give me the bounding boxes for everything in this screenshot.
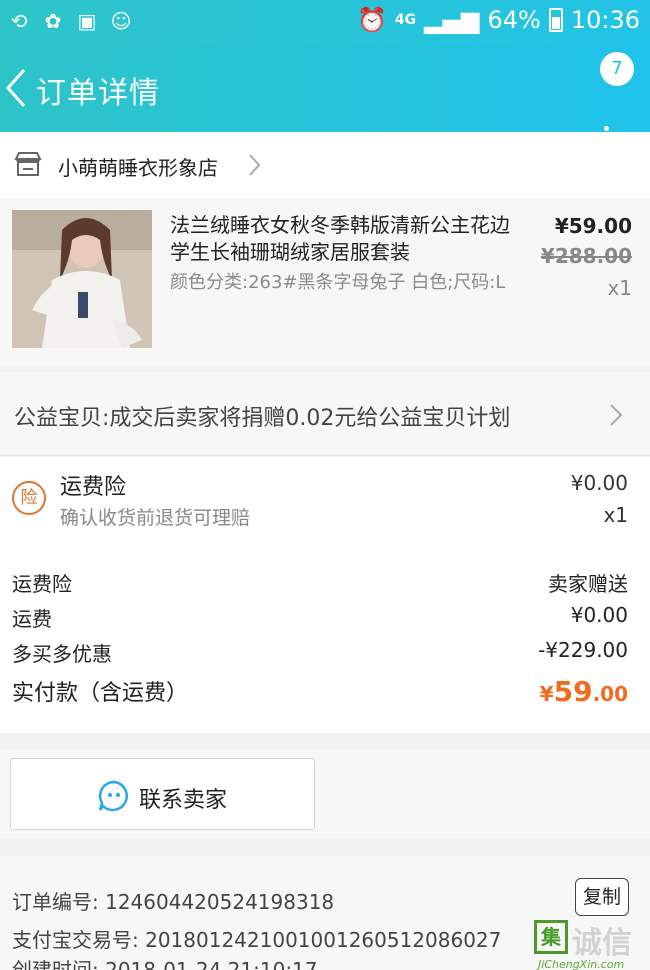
product-thumbnail[interactable] — [12, 210, 152, 348]
summary-label: 运费险 — [12, 572, 72, 596]
chevron-right-icon — [610, 404, 623, 426]
charity-text: 公益宝贝:成交后卖家将捐赠0.02元给公益宝贝计划 — [14, 406, 511, 431]
summary-row: 运费 ¥0.00 — [12, 603, 628, 632]
status-icons-right: ⏰ 4G ▂▄▆ 64% 10:36 — [357, 6, 640, 34]
network-type: 4G — [394, 12, 417, 28]
app-icon: ✿ — [44, 9, 62, 33]
product-spec: 颜色分类:263#黑条字母兔子 白色;尺码:L — [170, 272, 506, 293]
order-item[interactable]: 法兰绒睡衣女秋冬季韩版清新公主花边学生长袖珊瑚绒家居服套装 颜色分类:263#黑… — [0, 198, 650, 366]
order-number: 订单编号: 124604420524198318 — [12, 890, 335, 914]
watermark-chars: 诚信 — [572, 926, 632, 961]
charity-row[interactable]: 公益宝贝:成交后卖家将捐赠0.02元给公益宝贝计划 — [0, 372, 650, 456]
price-summary: 运费险 卖家赠送 运费 ¥0.00 多买多优惠 -¥229.00 实付款（含运费… — [0, 547, 650, 733]
status-bar: ⟲ ✿ ▣ ☺ ⏰ 4G ▂▄▆ 64% 10:36 — [0, 0, 650, 44]
battery-percent: 64% — [487, 6, 541, 34]
summary-row: 运费险 卖家赠送 — [12, 568, 628, 597]
watermark-logo: 集 诚信 JiChengXin.com — [532, 918, 650, 970]
product-title: 法兰绒睡衣女秋冬季韩版清新公主花边学生长袖珊瑚绒家居服套装 — [170, 213, 510, 264]
shop-row[interactable]: 小萌萌睡衣形象店 — [0, 132, 650, 198]
watermark-box: 集 — [534, 920, 568, 954]
contact-seller-button[interactable]: 联系卖家 — [10, 758, 315, 830]
copy-button[interactable]: 复制 — [575, 878, 629, 916]
summary-value: 卖家赠送 — [548, 572, 628, 596]
summary-label: 运费 — [12, 607, 52, 631]
insurance-quantity: x1 — [603, 503, 628, 527]
image-icon: ▣ — [77, 9, 97, 33]
insurance-title: 运费险 — [60, 475, 127, 500]
insurance-icon: 险 — [12, 481, 46, 515]
total-label: 实付款（含运费） — [12, 681, 189, 706]
shop-name: 小萌萌睡衣形象店 — [58, 156, 218, 180]
summary-value: -¥229.00 — [538, 638, 628, 662]
product-quantity: x1 — [607, 276, 632, 300]
alipay-trade-number: 支付宝交易号: 2018012421001001260512086027 — [12, 928, 502, 952]
summary-label: 多买多优惠 — [12, 642, 112, 666]
sync-icon: ⟲ — [10, 9, 28, 33]
contact-seller-label: 联系卖家 — [139, 788, 228, 813]
watermark-url: JiChengXin.com — [538, 958, 625, 970]
nav-bar: 订单详情 7 — [0, 44, 650, 147]
insurance-subtitle: 确认收货前退货可理赔 — [60, 507, 251, 529]
total-row: 实付款（含运费） ¥59.00 — [12, 675, 628, 708]
total-amount: ¥59.00 — [539, 675, 628, 708]
created-time: 创建时间: 2018-01-24 21:10:17 — [12, 958, 318, 970]
summary-row: 多买多优惠 -¥229.00 — [12, 638, 628, 667]
summary-value: ¥0.00 — [570, 603, 628, 627]
product-original-price: ¥288.00 — [540, 244, 632, 268]
alarm-icon: ⏰ — [356, 6, 387, 34]
chat-bubble-icon — [98, 780, 128, 812]
notification-badge[interactable]: 7 — [600, 52, 634, 86]
chevron-right-icon — [249, 154, 261, 176]
clock: 10:36 — [570, 6, 640, 34]
status-icons-left: ⟲ ✿ ▣ ☺ — [6, 8, 134, 34]
qq-icon: ☺ — [110, 9, 132, 33]
shipping-insurance-row: 险 运费险 确认收货前退货可理赔 ¥0.00 x1 — [0, 457, 650, 547]
contact-area: 联系卖家 — [0, 749, 650, 839]
insurance-price: ¥0.00 — [570, 471, 628, 495]
product-price: ¥59.00 — [554, 214, 632, 238]
store-icon — [14, 152, 42, 176]
back-arrow-icon[interactable] — [4, 66, 30, 110]
signal-icon: ▂▄▆ — [424, 6, 480, 34]
page-title: 订单详情 — [36, 76, 160, 111]
battery-icon — [548, 8, 563, 32]
